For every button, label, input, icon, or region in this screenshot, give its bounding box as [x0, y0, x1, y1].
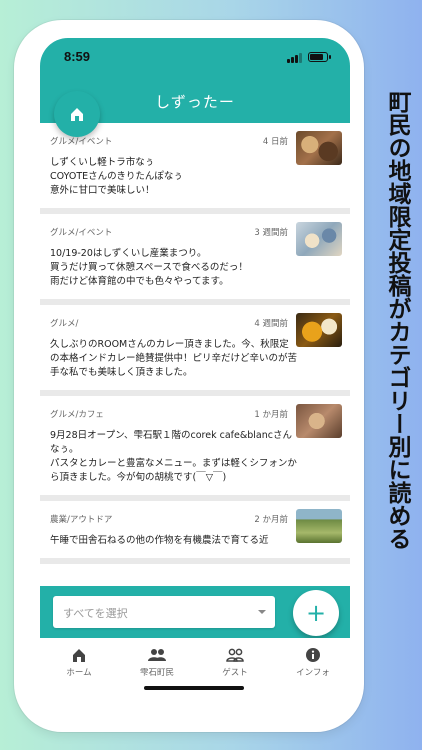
add-post-label: + [305, 599, 327, 627]
filter-bar: すべてを選択 + [40, 586, 350, 638]
nav-item-home[interactable]: ホーム [44, 646, 114, 678]
post-feed[interactable]: グルメ/イベント 4 日前 しずくいし軽トラ市なぅ COYOTEさんのきりたんぽ… [40, 123, 350, 591]
post-body: 午睡で田舎石ねるの他の作物を有機農法で育てる近 [50, 535, 269, 546]
home-button[interactable] [54, 91, 100, 137]
post-body: しずくいし軽トラ市なぅ COYOTEさんのきりたんぽなぅ 意外に甘口で美味しい！ [50, 157, 183, 196]
post-thumbnail[interactable] [296, 131, 342, 165]
nav-item-residents[interactable]: 雫石町民 [122, 646, 192, 678]
post-body: 久しぶりのROOMさんのカレー頂きました。今、秋限定の本格インドカレー絶賛提供中… [50, 339, 298, 378]
caret-down-icon [258, 610, 266, 614]
nav-item-guest[interactable]: ゲスト [200, 646, 270, 678]
post-time: 4 日前 [262, 137, 288, 147]
nav-label: 雫石町民 [139, 668, 174, 678]
post-item[interactable]: グルメ/カフェ 1 か月前 9月28日オープン、雫石駅１階のcorek cafe… [40, 396, 350, 501]
post-thumbnail[interactable] [296, 222, 342, 256]
post-body: 9月28日オープン、雫石駅１階のcorek cafe&blancさんなぅ。 パス… [50, 430, 297, 483]
status-bar: 8:59 [40, 38, 350, 72]
guest-icon [200, 646, 270, 664]
category-select-value: すべてを選択 [63, 607, 128, 620]
post-time: 4 週間前 [254, 319, 288, 329]
info-icon [278, 646, 348, 664]
post-thumbnail[interactable] [296, 404, 342, 438]
post-item[interactable]: グルメ/ 4 週間前 久しぶりのROOMさんのカレー頂きました。今、秋限定の本格… [40, 305, 350, 396]
home-icon [44, 646, 114, 664]
post-time: 1 か月前 [254, 410, 288, 420]
post-time: 3 週間前 [254, 228, 288, 238]
post-item[interactable]: グルメ/イベント 3 週間前 10/19-20はしずくいし産業まつり。 買うだけ… [40, 214, 350, 305]
post-item[interactable]: 農業/アウトドア 2 か月前 午睡で田舎石ねるの他の作物を有機農法で育てる近 [40, 501, 350, 564]
post-thumbnail[interactable] [296, 313, 342, 347]
signal-icon [287, 53, 303, 63]
app-screen: 8:59 しずったー グルメ/イベント 4 日前 しずくいし軽トラ市なぅ COY… [40, 38, 350, 708]
battery-icon [308, 52, 331, 62]
add-post-button[interactable]: + [293, 590, 339, 636]
promo-caption: 町民の地域限定投稿がカテゴリー別に読める [384, 90, 410, 550]
home-indicator [144, 686, 244, 690]
post-time: 2 か月前 [254, 515, 288, 525]
post-thumbnail[interactable] [296, 509, 342, 543]
nav-label: ゲスト [222, 668, 248, 678]
bottom-nav: ホーム 雫石町民 ゲスト インフォ [40, 638, 350, 708]
nav-item-info[interactable]: インフォ [278, 646, 348, 678]
nav-label: インフォ [296, 668, 330, 678]
people-icon [122, 646, 192, 664]
home-icon [71, 108, 83, 121]
post-body: 10/19-20はしずくいし産業まつり。 買うだけ買って休憩スペースで食べるのだ… [50, 248, 248, 287]
category-select[interactable]: すべてを選択 [53, 596, 275, 628]
post-item[interactable]: グルメ/イベント 4 日前 しずくいし軽トラ市なぅ COYOTEさんのきりたんぽ… [40, 123, 350, 214]
status-time: 8:59 [64, 49, 91, 64]
nav-label: ホーム [66, 668, 92, 678]
